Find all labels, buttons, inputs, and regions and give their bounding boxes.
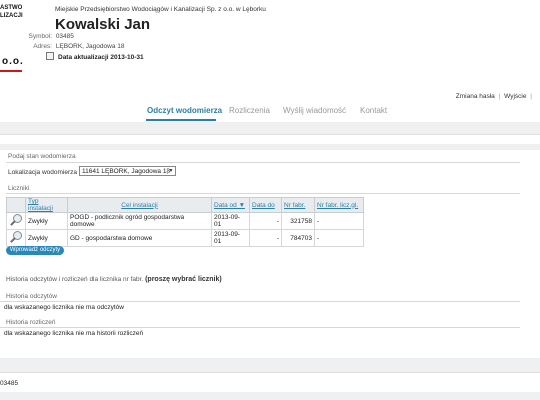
divider [0, 327, 520, 328]
header: ASTWO LIZACJI o.o. Miejskie Przedsiębior… [0, 0, 540, 86]
symbol-row: Symbol: 03485 [0, 33, 74, 40]
logo-line-2: LIZACJI [0, 13, 23, 19]
reads-history-msg: dla wskazanego licznika nie ma odczytów [4, 304, 124, 311]
symbol-label: Symbol: [28, 33, 52, 40]
update-date: Data aktualizacji 2013-10-31 [46, 52, 144, 61]
logo: ASTWO LIZACJI [0, 4, 26, 20]
cell-cel: POGD - podlicznik ogród gospodarstwa dom… [67, 212, 212, 230]
history-title-text: Historia odczytów i rozliczeń dla liczni… [6, 276, 144, 283]
address-row: Adres: LĘBORK, Jagodowa 18 [0, 43, 124, 50]
company-name: Miejskie Przedsiębiorstwo Wodociągów i K… [55, 6, 266, 13]
cell-typ: Zwykły [25, 212, 68, 230]
tab-rozliczenia[interactable]: Rozliczenia [229, 106, 270, 115]
history-hint: (proszę wybrać licznik) [145, 276, 222, 283]
row-select-cell[interactable] [6, 229, 26, 247]
footer-symbol: 03485 [0, 380, 19, 387]
footer-divider [0, 372, 540, 373]
table-row[interactable]: Zwykły POGD - podlicznik ogród gospodars… [6, 212, 364, 230]
history-title: Historia odczytów i rozliczeń dla liczni… [6, 276, 222, 283]
customer-name: Kowalski Jan [55, 16, 151, 33]
row-select-cell[interactable] [6, 212, 26, 230]
divider [6, 162, 520, 163]
location-label: Lokalizacja wodomierza [8, 169, 78, 176]
change-password-link[interactable]: Zmiana hasła [456, 93, 495, 100]
tab-bar: Odczyt wodomierza Rozliczenia Wyślij wia… [0, 100, 540, 122]
header-nr-fabr[interactable]: Nr fabr. [281, 197, 315, 213]
reads-history-label: Historia odczytów [6, 293, 57, 300]
meters-table: Typ instalacji Cel instalacji Data od ▼ … [6, 197, 364, 247]
gray-band [0, 122, 540, 134]
table-row[interactable]: Zwykły GD - gospodarstwa domowe 2013-09-… [6, 229, 364, 247]
header-nr-fabr-licz[interactable]: Nr fabr. licz.gl. [314, 197, 364, 213]
address-label: Adres: [33, 43, 52, 50]
cell-nr-fabr-licz: - [314, 212, 364, 230]
location-select-value: 11641 LĘBORK, Jagodowa 18 [82, 168, 171, 175]
tab-wyslij-wiadomosc[interactable]: Wyślij wiadomość [283, 106, 346, 115]
cell-data-do: - [249, 212, 282, 230]
top-links: Zmiana hasła | Wyjście | [456, 93, 534, 100]
header-data-do[interactable]: Data do [249, 197, 282, 213]
cell-nr-fabr: 784703 [281, 229, 315, 247]
cell-cel: GD - gospodarstwa domowe [67, 229, 212, 247]
divider [0, 301, 520, 302]
settlements-history-label: Historia rozliczeń [6, 319, 56, 326]
calendar-icon [46, 52, 54, 60]
header-icon-col [6, 197, 26, 213]
cell-data-od: 2013-09-01 [211, 212, 250, 230]
section-title: Podaj stan wodomierza [8, 153, 76, 160]
cell-data-do: - [249, 229, 282, 247]
cell-nr-fabr: 321758 [281, 212, 315, 230]
tab-odczyt-wodomierza[interactable]: Odczyt wodomierza [147, 106, 222, 115]
logo-line-1: ASTWO [0, 5, 23, 11]
cell-data-od: 2013-09-01 [211, 229, 250, 247]
logout-link[interactable]: Wyjście [504, 93, 526, 100]
separator-trailing: | [530, 93, 532, 100]
cell-nr-fabr-licz: - [314, 229, 364, 247]
divider [6, 193, 520, 194]
tab-kontakt[interactable]: Kontakt [360, 106, 387, 115]
logo-red-bar [0, 70, 22, 72]
chevron-down-icon: ▼ [167, 168, 174, 174]
logo-mark: o.o. [2, 56, 24, 67]
magnifier-icon[interactable] [9, 230, 23, 244]
address-value: LĘBORK, Jagodowa 18 [55, 43, 125, 50]
meters-title: Liczniki [8, 185, 30, 192]
enter-readings-button[interactable]: Wprowadź odczyty [6, 246, 64, 255]
magnifier-icon[interactable] [9, 213, 23, 227]
separator: | [498, 93, 501, 100]
symbol-value: 03485 [55, 33, 74, 40]
active-tab-indicator [146, 119, 216, 121]
gray-strip [0, 144, 540, 150]
cell-typ: Zwykły [25, 229, 68, 247]
header-typ[interactable]: Typ instalacji [25, 197, 68, 213]
update-label: Data aktualizacji 2013-10-31 [58, 54, 144, 61]
location-select[interactable]: 11641 LĘBORK, Jagodowa 18 ▼ [79, 166, 176, 176]
header-cel[interactable]: Cel instalacji [67, 197, 212, 213]
footer-bottom [0, 392, 540, 400]
footer-band [0, 358, 540, 372]
table-header-row: Typ instalacji Cel instalacji Data od ▼ … [6, 197, 364, 213]
settlements-history-msg: dla wskazanego licznika nie ma historii … [4, 330, 144, 337]
header-data-od[interactable]: Data od ▼ [211, 197, 250, 213]
